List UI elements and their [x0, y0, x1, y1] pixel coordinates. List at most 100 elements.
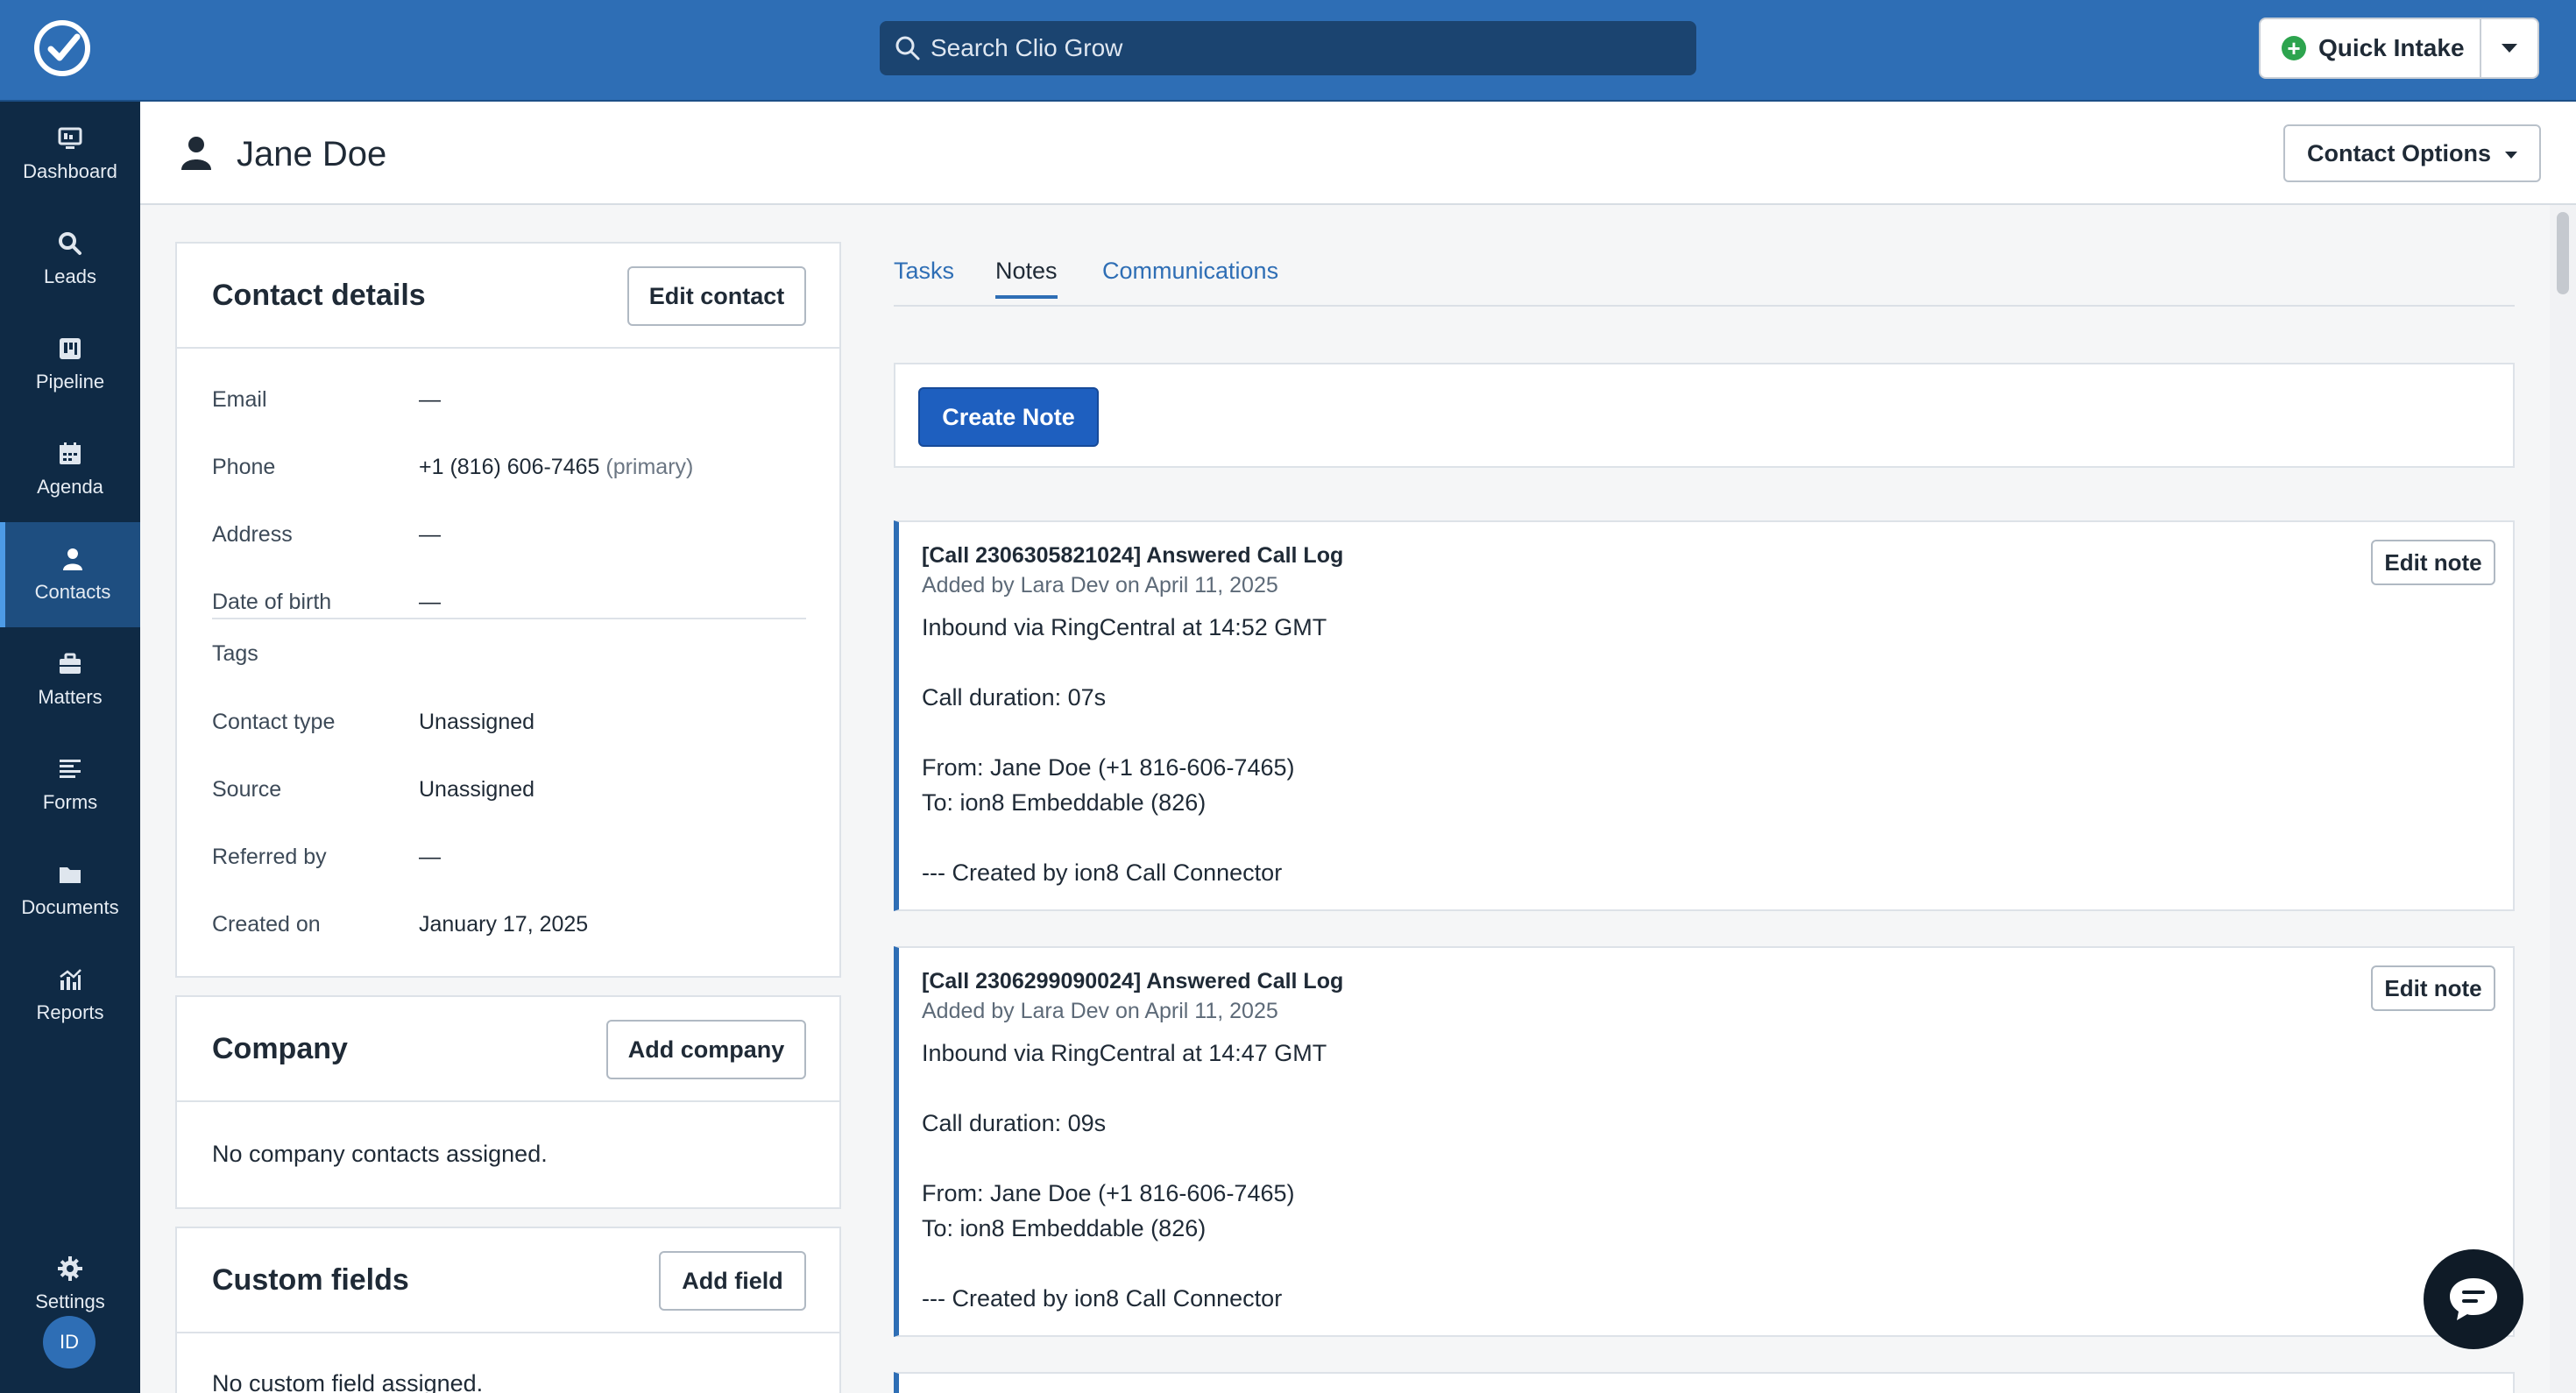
card-title: Contact details	[212, 279, 426, 312]
avatar-initials: ID	[60, 1331, 79, 1353]
field-source: Source Unassigned	[212, 777, 843, 812]
page-scrollbar[interactable]	[2550, 205, 2576, 1393]
note-line: --- Created by ion8 Call Connector	[922, 859, 1283, 886]
clio-logo-icon[interactable]	[32, 18, 93, 79]
field-value: —	[419, 590, 441, 614]
sidebar-item-documents[interactable]: Documents	[0, 838, 140, 943]
field-tags: Tags	[212, 641, 843, 676]
sidebar-item-label: Pipeline	[35, 371, 105, 392]
note-line	[922, 820, 1327, 855]
search-input[interactable]: Search Clio Grow	[880, 21, 1696, 75]
note-author: Added by Lara Dev on April 11, 2025	[922, 999, 1278, 1023]
pipeline-icon	[60, 338, 81, 359]
contact-header: Jane Doe	[140, 102, 2576, 205]
create-note-panel: Create Note	[894, 363, 2515, 468]
add-company-button[interactable]: Add company	[606, 1020, 806, 1079]
field-value: —	[419, 845, 441, 869]
quick-intake-dropdown-button[interactable]	[2481, 18, 2539, 79]
chat-bubble-icon	[2450, 1278, 2497, 1320]
custom-fields-empty-text: No custom field assigned.	[212, 1370, 484, 1393]
edit-note-button[interactable]: Edit note	[2371, 965, 2495, 1011]
field-created-on: Created on January 17, 2025	[212, 912, 843, 947]
company-card: Company Add company No company contacts …	[175, 995, 841, 1209]
tab-communications[interactable]: Communications	[1102, 258, 1278, 285]
sidebar-item-forms[interactable]: Forms	[0, 732, 140, 838]
note-line: Call duration: 09s	[922, 1110, 1107, 1136]
sidebar-item-label: Forms	[42, 791, 98, 813]
field-label: Tags	[212, 641, 258, 666]
search-icon	[59, 232, 81, 255]
briefcase-icon	[60, 653, 81, 674]
add-field-button[interactable]: Add field	[659, 1251, 806, 1311]
card-header: Company Add company	[177, 997, 839, 1102]
phone-primary-note: (primary)	[605, 455, 694, 479]
contact-options-button[interactable]: Contact Options	[2283, 124, 2541, 182]
field-label: Contact type	[212, 710, 336, 734]
chat-launcher-button[interactable]	[2424, 1249, 2523, 1349]
note-body: Inbound via RingCentral at 14:52 GMT Cal…	[922, 610, 1327, 890]
note-line: From: Jane Doe (+1 816-606-7465)	[922, 1180, 1295, 1206]
company-empty-text: No company contacts assigned.	[212, 1141, 548, 1167]
note-card-partial	[894, 1372, 2515, 1393]
sidebar-item-pipeline[interactable]: Pipeline	[0, 312, 140, 417]
dashboard-icon	[58, 127, 82, 149]
sidebar-item-label: Agenda	[37, 476, 103, 498]
field-date-of-birth: Date of birth —	[212, 590, 806, 619]
field-label: Referred by	[212, 845, 327, 869]
sidebar-item-leads[interactable]: Leads	[0, 207, 140, 312]
person-icon	[63, 548, 82, 570]
note-line: Inbound via RingCentral at 14:47 GMT	[922, 1040, 1327, 1066]
field-label: Address	[212, 522, 293, 547]
plus-circle-icon: +	[2282, 36, 2306, 60]
field-value: —	[419, 522, 441, 547]
sidebar-item-label: Leads	[44, 265, 96, 287]
sidebar-item-label: Reports	[36, 1001, 104, 1023]
field-value: Unassigned	[419, 710, 535, 734]
note-line: From: Jane Doe (+1 816-606-7465)	[922, 754, 1295, 781]
sidebar: Dashboard Leads Pipeline Agenda Contacts…	[0, 102, 140, 1393]
tab-notes[interactable]: Notes	[995, 258, 1058, 299]
note-line	[922, 645, 1327, 680]
edit-contact-button[interactable]: Edit contact	[627, 266, 806, 326]
sidebar-item-label: Settings	[35, 1290, 105, 1312]
note-line	[922, 1141, 1327, 1176]
create-note-button[interactable]: Create Note	[918, 387, 1099, 447]
quick-intake-button[interactable]: + Quick Intake	[2259, 18, 2481, 79]
field-email: Email —	[212, 387, 843, 422]
search-icon	[895, 36, 920, 60]
sidebar-item-label: Dashboard	[23, 160, 117, 182]
scrollbar-thumb[interactable]	[2557, 212, 2569, 294]
field-referred-by: Referred by —	[212, 845, 843, 880]
chevron-down-icon	[2502, 44, 2517, 53]
note-line	[922, 1071, 1327, 1106]
field-label: Phone	[212, 455, 276, 479]
field-value: —	[419, 387, 441, 412]
field-label: Created on	[212, 912, 321, 937]
custom-fields-card: Custom fields Add field No custom field …	[175, 1227, 841, 1393]
field-value: January 17, 2025	[419, 912, 589, 937]
card-header: Custom fields Add field	[177, 1228, 839, 1333]
sidebar-item-label: Documents	[21, 896, 119, 918]
phone-number[interactable]: +1 (816) 606-7465	[419, 455, 599, 479]
note-line: --- Created by ion8 Call Connector	[922, 1285, 1283, 1312]
sidebar-item-matters[interactable]: Matters	[0, 627, 140, 732]
sidebar-item-dashboard[interactable]: Dashboard	[0, 102, 140, 207]
sidebar-item-agenda[interactable]: Agenda	[0, 417, 140, 522]
note-author: Added by Lara Dev on April 11, 2025	[922, 573, 1278, 598]
edit-note-button[interactable]: Edit note	[2371, 540, 2495, 585]
note-line: To: ion8 Embeddable (826)	[922, 789, 1207, 816]
note-card: [Call 2306299090024] Answered Call Log A…	[894, 946, 2515, 1337]
person-icon	[181, 137, 211, 170]
top-bar: Search Clio Grow + Quick Intake	[0, 0, 2576, 102]
user-avatar[interactable]: ID	[43, 1316, 96, 1368]
note-line: Call duration: 07s	[922, 684, 1107, 711]
sidebar-item-label: Contacts	[34, 581, 111, 603]
tab-tasks[interactable]: Tasks	[894, 258, 954, 285]
sidebar-item-reports[interactable]: Reports	[0, 943, 140, 1048]
note-line: To: ion8 Embeddable (826)	[922, 1215, 1207, 1241]
field-address: Address —	[212, 522, 843, 557]
field-label: Email	[212, 387, 267, 412]
note-title: [Call 2306299090024] Answered Call Log	[922, 969, 1344, 993]
sidebar-item-contacts[interactable]: Contacts	[0, 522, 140, 627]
caret-down-icon	[2505, 152, 2517, 159]
